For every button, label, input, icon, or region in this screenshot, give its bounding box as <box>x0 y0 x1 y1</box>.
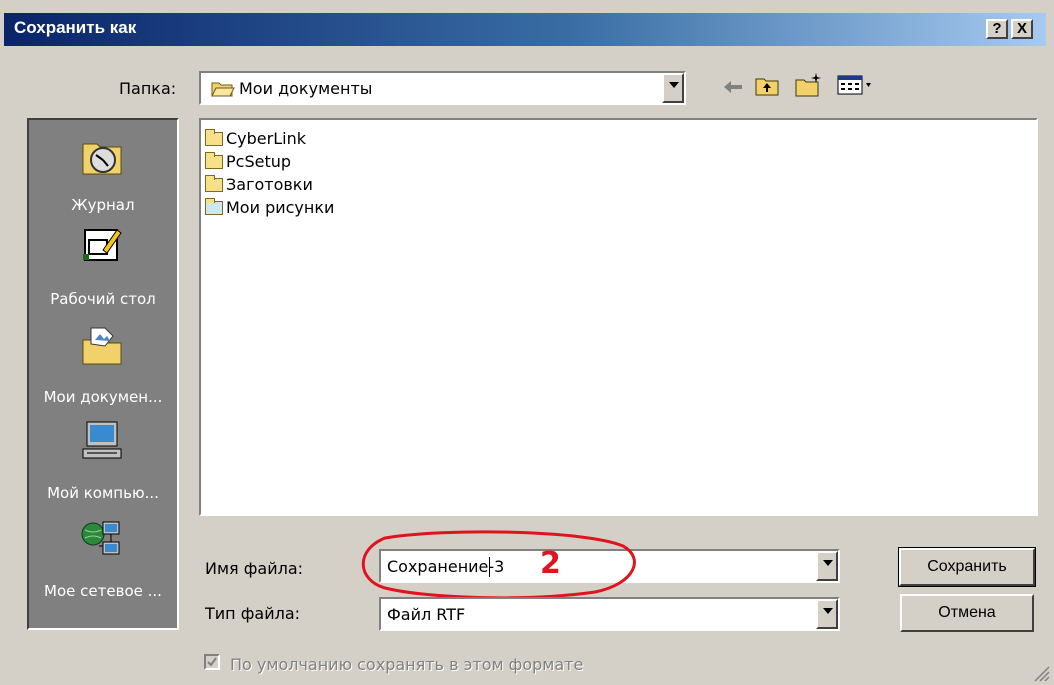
checkmark-icon <box>207 657 217 667</box>
filetype-label: Тип файла: <box>205 604 301 623</box>
chevron-down-icon[interactable] <box>816 599 838 629</box>
pictures-folder-icon <box>205 198 223 215</box>
network-places-icon <box>79 520 125 560</box>
place-my-documents[interactable]: Мои докумен... <box>29 318 177 408</box>
folder-icon <box>205 129 223 146</box>
folder-icon <box>205 152 223 169</box>
list-item[interactable]: PcSetup <box>205 151 291 173</box>
list-item[interactable]: Мои рисунки <box>205 197 334 219</box>
default-format-checkbox[interactable] <box>204 654 220 670</box>
file-list[interactable]: CyberLink PcSetup Заготовки Мои рисунки <box>199 118 1038 516</box>
place-my-computer[interactable]: Мой компью... <box>29 414 177 504</box>
cancel-button[interactable]: Отмена <box>900 594 1034 632</box>
folder-value: Мои документы <box>239 79 373 98</box>
history-icon <box>79 136 125 176</box>
place-label: Мой компью... <box>47 484 159 502</box>
places-bar: Журнал Рабочий стол Мои докумен... Мой к… <box>27 118 179 630</box>
list-item[interactable]: CyberLink <box>205 128 306 150</box>
back-icon[interactable] <box>722 78 744 100</box>
file-name: PcSetup <box>226 152 292 171</box>
file-name: Заготовки <box>226 175 313 194</box>
file-name: Мои рисунки <box>226 198 335 217</box>
desktop-icon <box>79 224 125 264</box>
folder-icon <box>205 175 223 192</box>
chevron-down-icon[interactable] <box>662 73 684 103</box>
place-network[interactable]: Мое сетевое ... <box>29 516 177 606</box>
filetype-dropdown[interactable]: Файл RTF <box>379 597 840 631</box>
title-bar[interactable]: Сохранить как ? X <box>4 13 1046 46</box>
default-format-label: По умолчанию сохранять в этом формате <box>230 655 584 674</box>
annotation-ellipse <box>361 530 636 600</box>
place-label: Мои докумен... <box>43 388 163 406</box>
folder-dropdown[interactable]: Мои документы <box>199 71 686 105</box>
close-button[interactable]: X <box>1011 19 1033 39</box>
my-documents-icon <box>79 326 125 366</box>
resize-grip-icon[interactable] <box>1032 664 1050 682</box>
save-button-frame[interactable]: Сохранить <box>898 547 1036 587</box>
place-label: Журнал <box>71 196 135 214</box>
save-button[interactable]: Сохранить <box>899 548 1035 586</box>
save-button-label: Сохранить <box>927 558 1007 575</box>
open-folder-icon <box>211 80 235 102</box>
view-menu-icon[interactable] <box>837 74 877 100</box>
place-label: Рабочий стол <box>50 290 156 308</box>
filename-label: Имя файла: <box>205 559 304 578</box>
place-history[interactable]: Журнал <box>29 128 177 218</box>
folder-label: Папка: <box>119 79 177 98</box>
up-folder-icon[interactable] <box>755 75 779 101</box>
place-label: Мое сетевое ... <box>44 582 162 600</box>
new-folder-icon[interactable] <box>795 72 823 102</box>
filetype-value: Файл RTF <box>387 605 466 624</box>
place-desktop[interactable]: Рабочий стол <box>29 220 177 310</box>
file-name: CyberLink <box>226 129 306 148</box>
window-title: Сохранить как <box>14 18 137 37</box>
list-item[interactable]: Заготовки <box>205 174 313 196</box>
my-computer-icon <box>79 420 125 460</box>
chevron-down-icon[interactable] <box>816 551 838 581</box>
help-button[interactable]: ? <box>986 19 1008 39</box>
cancel-button-label: Отмена <box>938 604 996 621</box>
annotation-number: 2 <box>540 546 561 581</box>
